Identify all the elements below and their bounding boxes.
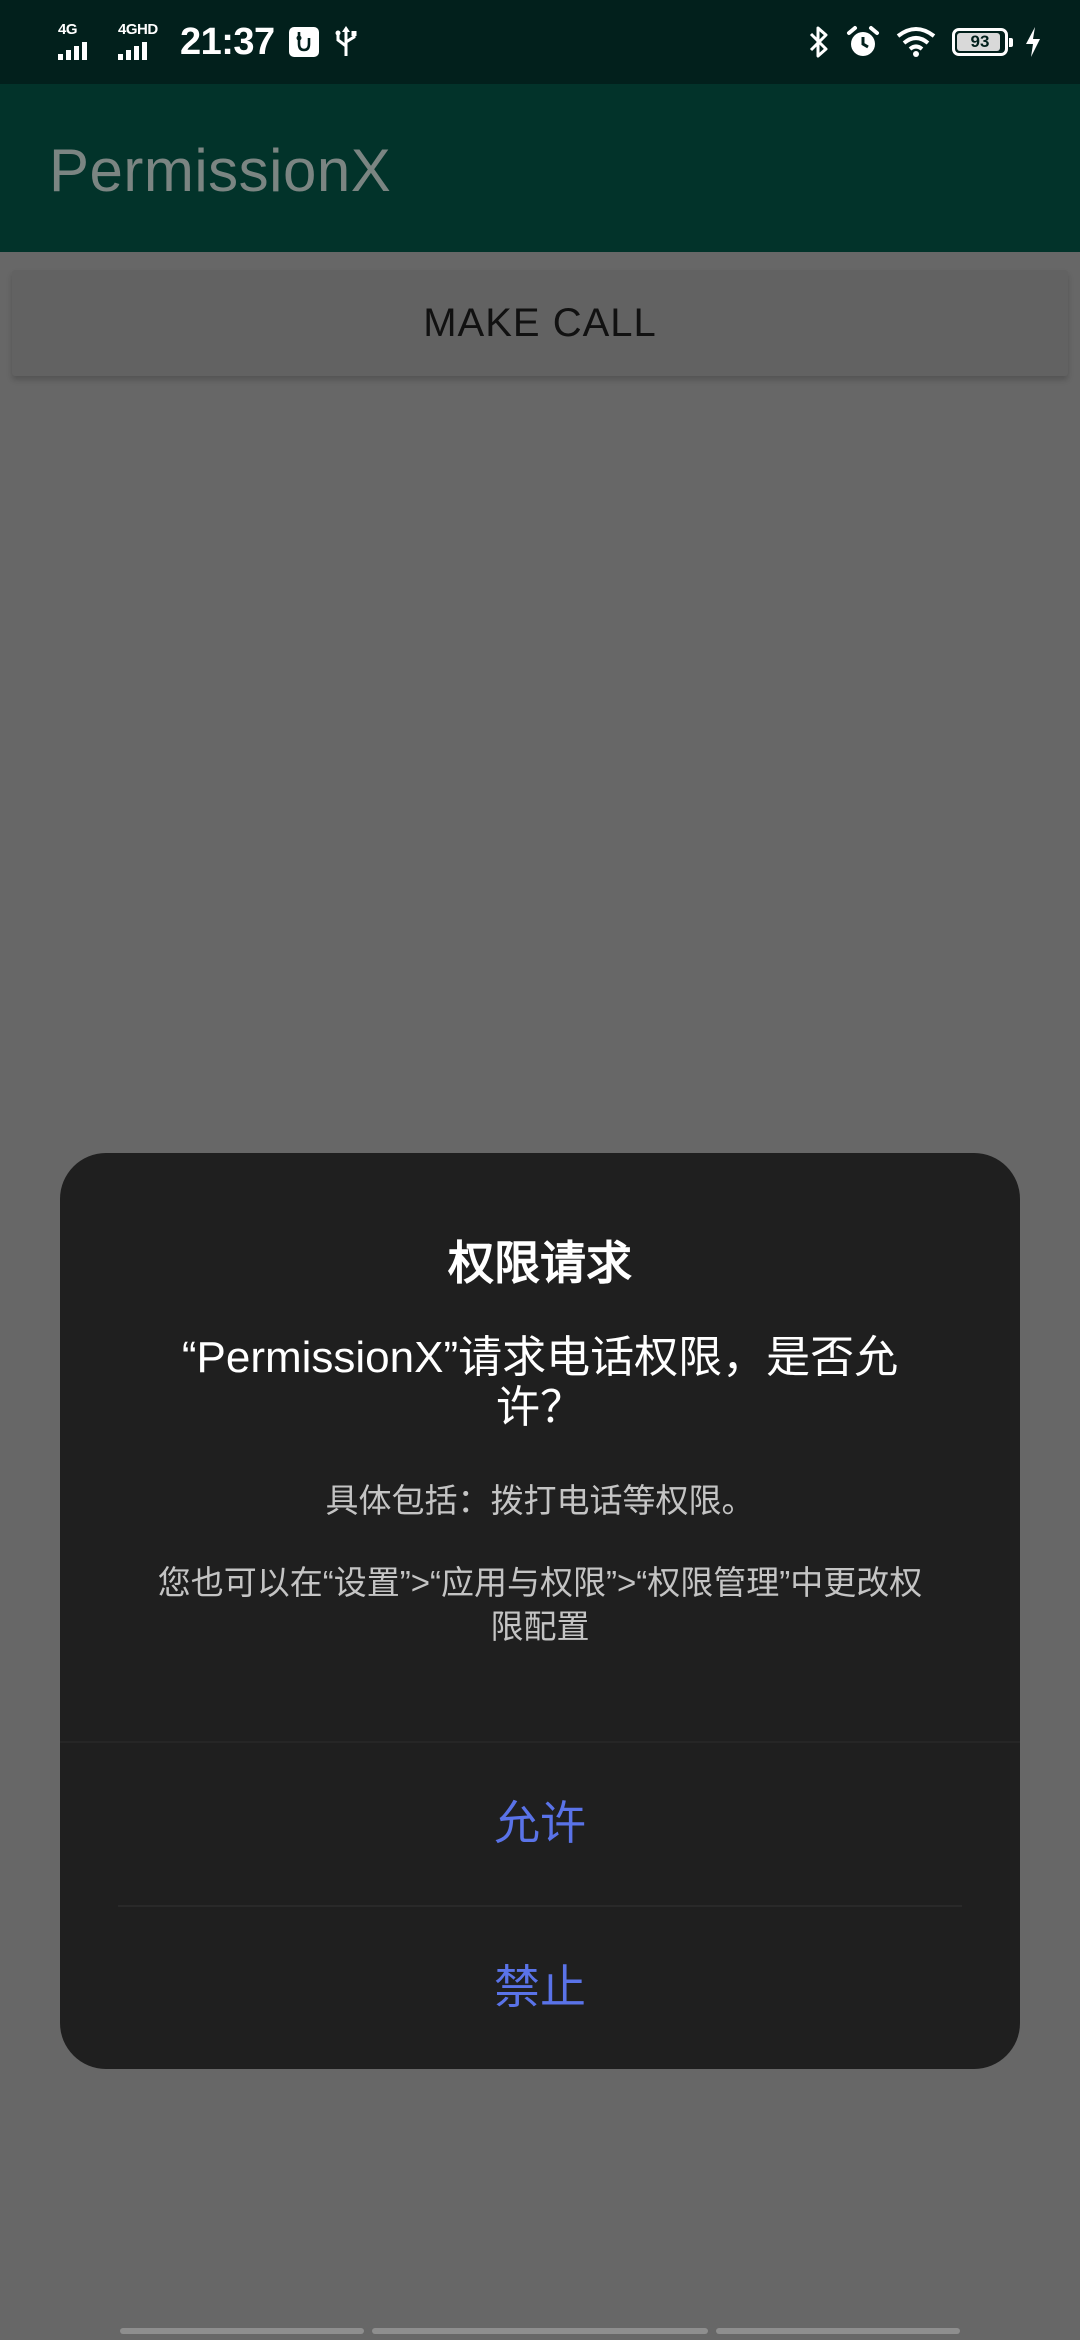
status-bar: 4G 4GHD 21:37 93 <box>0 0 1080 84</box>
status-right-group: 93 <box>808 20 1042 64</box>
network-type-2: 4GHD <box>118 21 158 38</box>
allow-button[interactable]: 允许 <box>60 1793 1020 1853</box>
signal-2-icon: 4GHD <box>118 22 164 62</box>
network-type-1: 4G <box>58 21 78 38</box>
nav-segment-center <box>372 2328 708 2334</box>
charging-icon <box>1024 26 1042 58</box>
dialog-message: “PermissionX”请求电话权限，是否允许？ <box>181 1333 899 1432</box>
signal-1-icon: 4G <box>58 22 104 62</box>
usb-icon <box>333 24 359 60</box>
dialog-note: 您也可以在“设置”>“应用与权限”>“权限管理”中更改权限配置 <box>157 1564 923 1645</box>
deny-button[interactable]: 禁止 <box>60 1957 1020 2017</box>
app-bar: PermissionX <box>0 84 1080 252</box>
battery-level-text: 93 <box>970 32 990 51</box>
gesture-nav-bar[interactable] <box>0 2324 1080 2340</box>
dialog-detail: 具体包括：拨打电话等权限。 <box>325 1482 755 1519</box>
wifi-icon <box>896 26 936 58</box>
dialog-title: 权限请求 <box>448 1237 632 1289</box>
dialog-divider-buttons <box>118 1905 962 1907</box>
status-left-group: 4G 4GHD 21:37 <box>58 18 359 66</box>
make-call-button[interactable]: MAKE CALL <box>12 270 1068 376</box>
status-time: 21:37 <box>180 20 275 63</box>
dialog-divider-top <box>60 1741 1020 1743</box>
screen: 4G 4GHD 21:37 93 PermissionX MAKE CALL 权… <box>0 0 1080 2340</box>
app-title: PermissionX <box>49 137 392 204</box>
nav-segment-left <box>120 2328 364 2334</box>
nav-segment-right <box>716 2328 960 2334</box>
bluetooth-icon <box>808 25 830 59</box>
battery-icon: 93 <box>952 28 1013 56</box>
alarm-icon <box>846 25 880 59</box>
usb-debug-icon <box>288 27 319 57</box>
permission-dialog: 权限请求 “PermissionX”请求电话权限，是否允许？ 具体包括：拨打电话… <box>60 1153 1020 2069</box>
